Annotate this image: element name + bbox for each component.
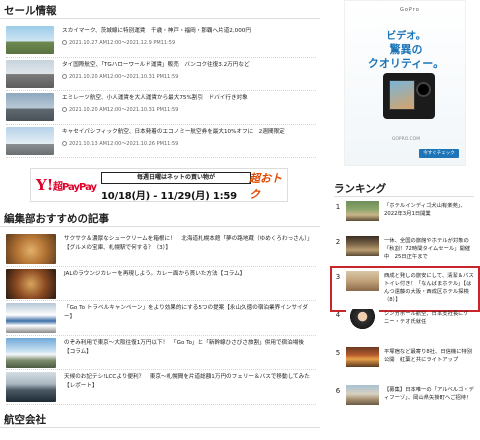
ranking-title[interactable]: 【募集】日本唯一の「アルベルゴ・ディフーゾ」、岡山県矢掛町へご招待！ xyxy=(384,386,474,402)
clock-icon xyxy=(62,140,67,146)
airlines-heading: 航空会社 xyxy=(0,412,320,428)
sale-item[interactable]: タイ国際航空、「TGハローワールド運賃」販売 バンコク往復3.2万円など 2021… xyxy=(6,58,316,91)
main-column: セール情報 スカイマーク、茨城線に特別運賃 千歳・神戸・福岡・那覇へ片道2,00… xyxy=(0,0,320,440)
sale-list: スカイマーク、茨城線に特別運賃 千歳・神戸・福岡・那覇へ片道2,000円 2021… xyxy=(6,24,316,158)
sale-period-text: 2021.10.20 AM12:00〜2021.10.31 PM11:59 xyxy=(69,107,179,113)
ranking-thumbnail[interactable] xyxy=(346,309,379,329)
recommend-thumbnail[interactable] xyxy=(6,268,56,299)
ranking-thumbnail[interactable] xyxy=(346,385,379,405)
banner-brand-text: 超PayPay xyxy=(53,182,97,193)
recommend-title[interactable]: JALのラウンジカレーを再現しよう。カレー面から貫いた方法【コラム】 xyxy=(64,270,310,279)
camera-lens-icon xyxy=(416,82,431,97)
banner-tag: 毎週日曜はネットの買い物が xyxy=(101,172,251,184)
recommend-item[interactable]: JALのラウンジカレーを再現しよう。カレー面から貫いた方法【コラム】 xyxy=(6,267,316,301)
sale-period: 2021.10.27 AM12:00〜2021.12.9 PM11:59 xyxy=(62,39,175,46)
clock-icon xyxy=(62,73,67,79)
recommend-heading: 編集部おすすめの記事 xyxy=(0,211,320,227)
ranking-number: 2 xyxy=(335,238,341,246)
sale-thumbnail[interactable] xyxy=(6,126,54,155)
ranking-thumbnail[interactable] xyxy=(346,347,379,367)
sale-heading: セール情報 xyxy=(0,3,320,19)
ranking-item[interactable]: 1 「ホテルインディゴ犬山有楽苑」、2022年3月1日開業 xyxy=(334,200,476,235)
recommend-item[interactable]: 「Go To トラベルキャンペーン」をより効果的にする5つの提案【永山久徳の宿泊… xyxy=(6,301,316,336)
ranking-number: 1 xyxy=(335,203,341,211)
sale-thumbnail[interactable] xyxy=(6,59,54,88)
recommend-list: サクサク＆濃厚なシュークリームを箱根に！ 北海道札幌本館「夢の路地蔵（ゆめくろわ… xyxy=(6,232,316,405)
paypay-banner[interactable]: Y! 超PayPay 毎週日曜はネットの買い物が 超おトク 10/18(月) -… xyxy=(30,168,288,202)
sale-period: 2021.10.20 AM12:00〜2021.10.31 PM11:59 xyxy=(62,73,178,80)
sale-period-text: 2021.10.20 AM12:00〜2021.10.31 PM11:59 xyxy=(69,73,179,80)
sale-period-text: 2021.10.13 AM12:00〜2021.10.26 PM11:59 xyxy=(69,140,179,147)
ranking-list: 1 「ホテルインディゴ犬山有楽苑」、2022年3月1日開業 2 一休、全国の旅館やホテ… xyxy=(330,200,480,422)
ranking-title[interactable]: 一休、全国の旅館やホテルが対象の「秋割！72時間タイムセール」開催中 25日正午… xyxy=(384,237,474,261)
sale-period: 2021.10.20 AM12:00〜2021.10.31 PM11:59 xyxy=(62,106,178,113)
ranking-item[interactable]: 6 【募集】日本唯一の「アルベルゴ・ディフーゾ」、岡山県矢掛町へご招待！ xyxy=(334,384,476,422)
ranking-item[interactable]: 3 西成と発しの旅安にして、清潔＆バストイレ付き！「なんばまホテル」【はんつ遠藤の… xyxy=(330,266,480,312)
ranking-title[interactable]: 西成と発しの旅安にして、清潔＆バストイレ付き！「なんばまホテル」【はんつ遠藤の大… xyxy=(384,272,474,304)
sale-item[interactable]: スカイマーク、茨城線に特別運賃 千歳・神戸・福岡・那覇へ片道2,000円 2021… xyxy=(6,24,316,58)
banner-copy: 毎週日曜はネットの買い物が 超おトク 10/18(月) - 11/29(月) 1… xyxy=(101,172,286,202)
ranking-thumbnail[interactable] xyxy=(346,236,379,256)
recommend-title[interactable]: 天候のお記テシ!LCCより便利？ 東京〜札幌間を片道総額1万円のフェリー＆バスで… xyxy=(64,373,310,391)
sale-period-text: 2021.10.27 AM12:00〜2021.12.9 PM11:59 xyxy=(69,40,176,46)
ranking-item[interactable]: 4 シンガポール航空、日本支社長にケニー・テオ氏就任 xyxy=(334,308,476,346)
sale-thumbnail[interactable] xyxy=(6,26,54,54)
recommend-item[interactable]: 天候のお記テシ!LCCより便利？ 東京〜札幌間を片道総額1万円のフェリー＆バスで… xyxy=(6,370,316,405)
sidebar: GoPro ビデオ。 驚異の クオリティー。 GOPRO.COM 今すぐチェック… xyxy=(330,0,480,440)
clock-icon xyxy=(62,107,67,112)
ranking-number: 3 xyxy=(335,273,341,281)
recommend-thumbnail[interactable] xyxy=(6,337,56,368)
ad-url: GOPRO.COM xyxy=(391,137,421,142)
recommend-item[interactable]: のぞみ利用で東京〜大阪往復1万円以下！ 「Go To」と「新幹線ひさびさ旅割」併… xyxy=(6,336,316,370)
camera-image xyxy=(383,73,435,119)
banner-brand: Y! 超PayPay xyxy=(31,169,97,201)
ranking-heading: ランキング xyxy=(334,181,474,197)
gopro-logo: GoPro xyxy=(400,7,420,13)
ranking-item[interactable]: 5 平塚宿など最寄り8社、日信機に特別公開 紅葉と共にライトアップ xyxy=(334,346,476,384)
ranking-title[interactable]: 平塚宿など最寄り8社、日信機に特別公開 紅葉と共にライトアップ xyxy=(384,348,474,364)
sale-item[interactable]: エミレーツ航空、小人運賃を大人運賃から最大75%割引 ドバイ行き対象 2021.1… xyxy=(6,91,316,125)
ranking-number: 4 xyxy=(335,311,341,319)
airline-tags: 日本航空(JAL)全日空(ANA)スカイマークピーチジェットスターバニラエア xyxy=(6,433,316,440)
recommend-title[interactable]: サクサク＆濃厚なシュークリームを箱根に！ 北海道札幌本館「夢の路地蔵（ゆめくろわ… xyxy=(64,235,310,253)
ranking-number: 6 xyxy=(335,387,341,395)
camera-screen xyxy=(389,80,415,110)
clock-icon xyxy=(62,40,67,45)
recommend-title[interactable]: 「Go To トラベルキャンペーン」をより効果的にする5つの提案【永山久徳の宿泊… xyxy=(64,304,310,322)
ranking-title[interactable]: 「ホテルインディゴ犬山有楽苑」、2022年3月1日開業 xyxy=(384,202,474,218)
sale-title[interactable]: キャセイパシフィック航空、日本発着のエコノミー航空券を最大10%オフに 2週間限… xyxy=(62,128,316,136)
recommend-thumbnail[interactable] xyxy=(6,234,56,264)
recommend-thumbnail[interactable] xyxy=(6,372,56,402)
sale-period: 2021.10.13 AM12:00〜2021.10.26 PM11:59 xyxy=(62,140,178,147)
ad-line-3: クオリティー。 xyxy=(367,57,445,70)
sale-thumbnail[interactable] xyxy=(6,93,54,121)
yahoo-logo: Y! xyxy=(36,176,54,194)
sale-title[interactable]: タイ国際航空、「TGハローワールド運賃」販売 バンコク往復3.2万円など xyxy=(62,61,316,69)
ranking-thumbnail[interactable] xyxy=(346,201,379,221)
recommend-thumbnail[interactable] xyxy=(6,303,56,333)
sale-item[interactable]: キャセイパシフィック航空、日本発着のエコノミー航空券を最大10%オフに 2週間限… xyxy=(6,125,316,158)
recommend-title[interactable]: のぞみ利用で東京〜大阪往復1万円以下！ 「Go To」と「新幹線ひさびさ旅割」併… xyxy=(64,339,310,357)
ranking-number: 5 xyxy=(335,349,341,357)
ranking-thumbnail[interactable] xyxy=(346,271,379,291)
ad-line-1: ビデオ。 xyxy=(386,31,426,42)
ranking-title[interactable]: シンガポール航空、日本支社長にケニー・テオ氏就任 xyxy=(384,310,474,326)
gopro-ad[interactable]: GoPro ビデオ。 驚異の クオリティー。 GOPRO.COM 今すぐチェック xyxy=(344,0,466,166)
ad-cta-button[interactable]: 今すぐチェック xyxy=(419,149,459,158)
sale-title[interactable]: エミレーツ航空、小人運賃を大人運賃から最大75%割引 ドバイ行き対象 xyxy=(62,94,316,102)
banner-date: 10/18(月) - 11/29(月) 1:59 xyxy=(101,191,237,202)
ranking-item[interactable]: 2 一休、全国の旅館やホテルが対象の「秋割！72時間タイムセール」開催中 25日正… xyxy=(334,235,476,270)
recommend-item[interactable]: サクサク＆濃厚なシュークリームを箱根に！ 北海道札幌本館「夢の路地蔵（ゆめくろわ… xyxy=(6,232,316,267)
sale-title[interactable]: スカイマーク、茨城線に特別運賃 千歳・神戸・福岡・那覇へ片道2,000円 xyxy=(62,27,316,35)
